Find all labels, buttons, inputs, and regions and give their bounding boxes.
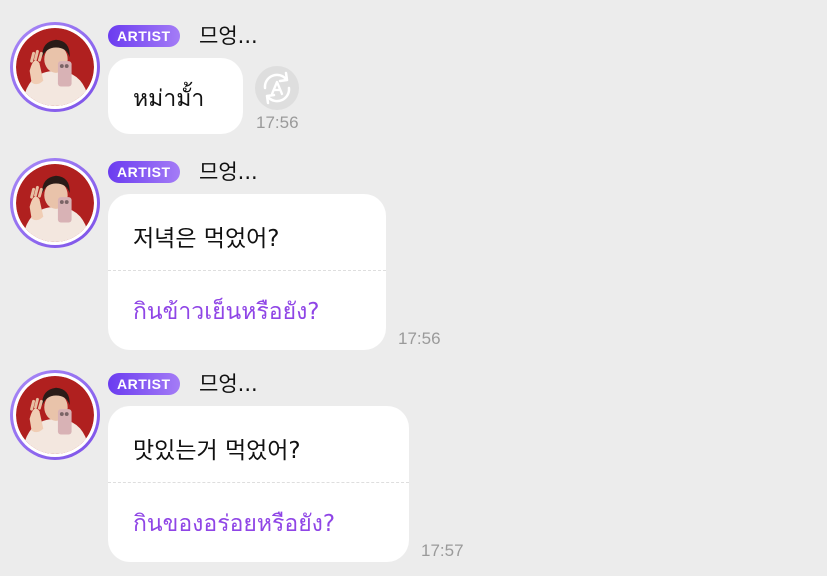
artist-photo: [16, 376, 94, 454]
sender-name: 므엉...: [199, 372, 258, 396]
chat-message: ARTIST 므엉... 맛있는거 먹었어? กินของอร่อยหรือยั…: [0, 0, 827, 576]
translation-divider: [108, 482, 409, 483]
message-bubble[interactable]: 맛있는거 먹었어? กินของอร่อยหรือยัง?: [108, 406, 409, 562]
timestamp: 17:57: [421, 541, 464, 560]
translated-text: กินของอร่อยหรือยัง?: [133, 511, 336, 537]
artist-badge: ARTIST: [108, 373, 180, 395]
avatar[interactable]: [10, 370, 100, 460]
message-text: 맛있는거 먹었어?: [133, 438, 301, 464]
